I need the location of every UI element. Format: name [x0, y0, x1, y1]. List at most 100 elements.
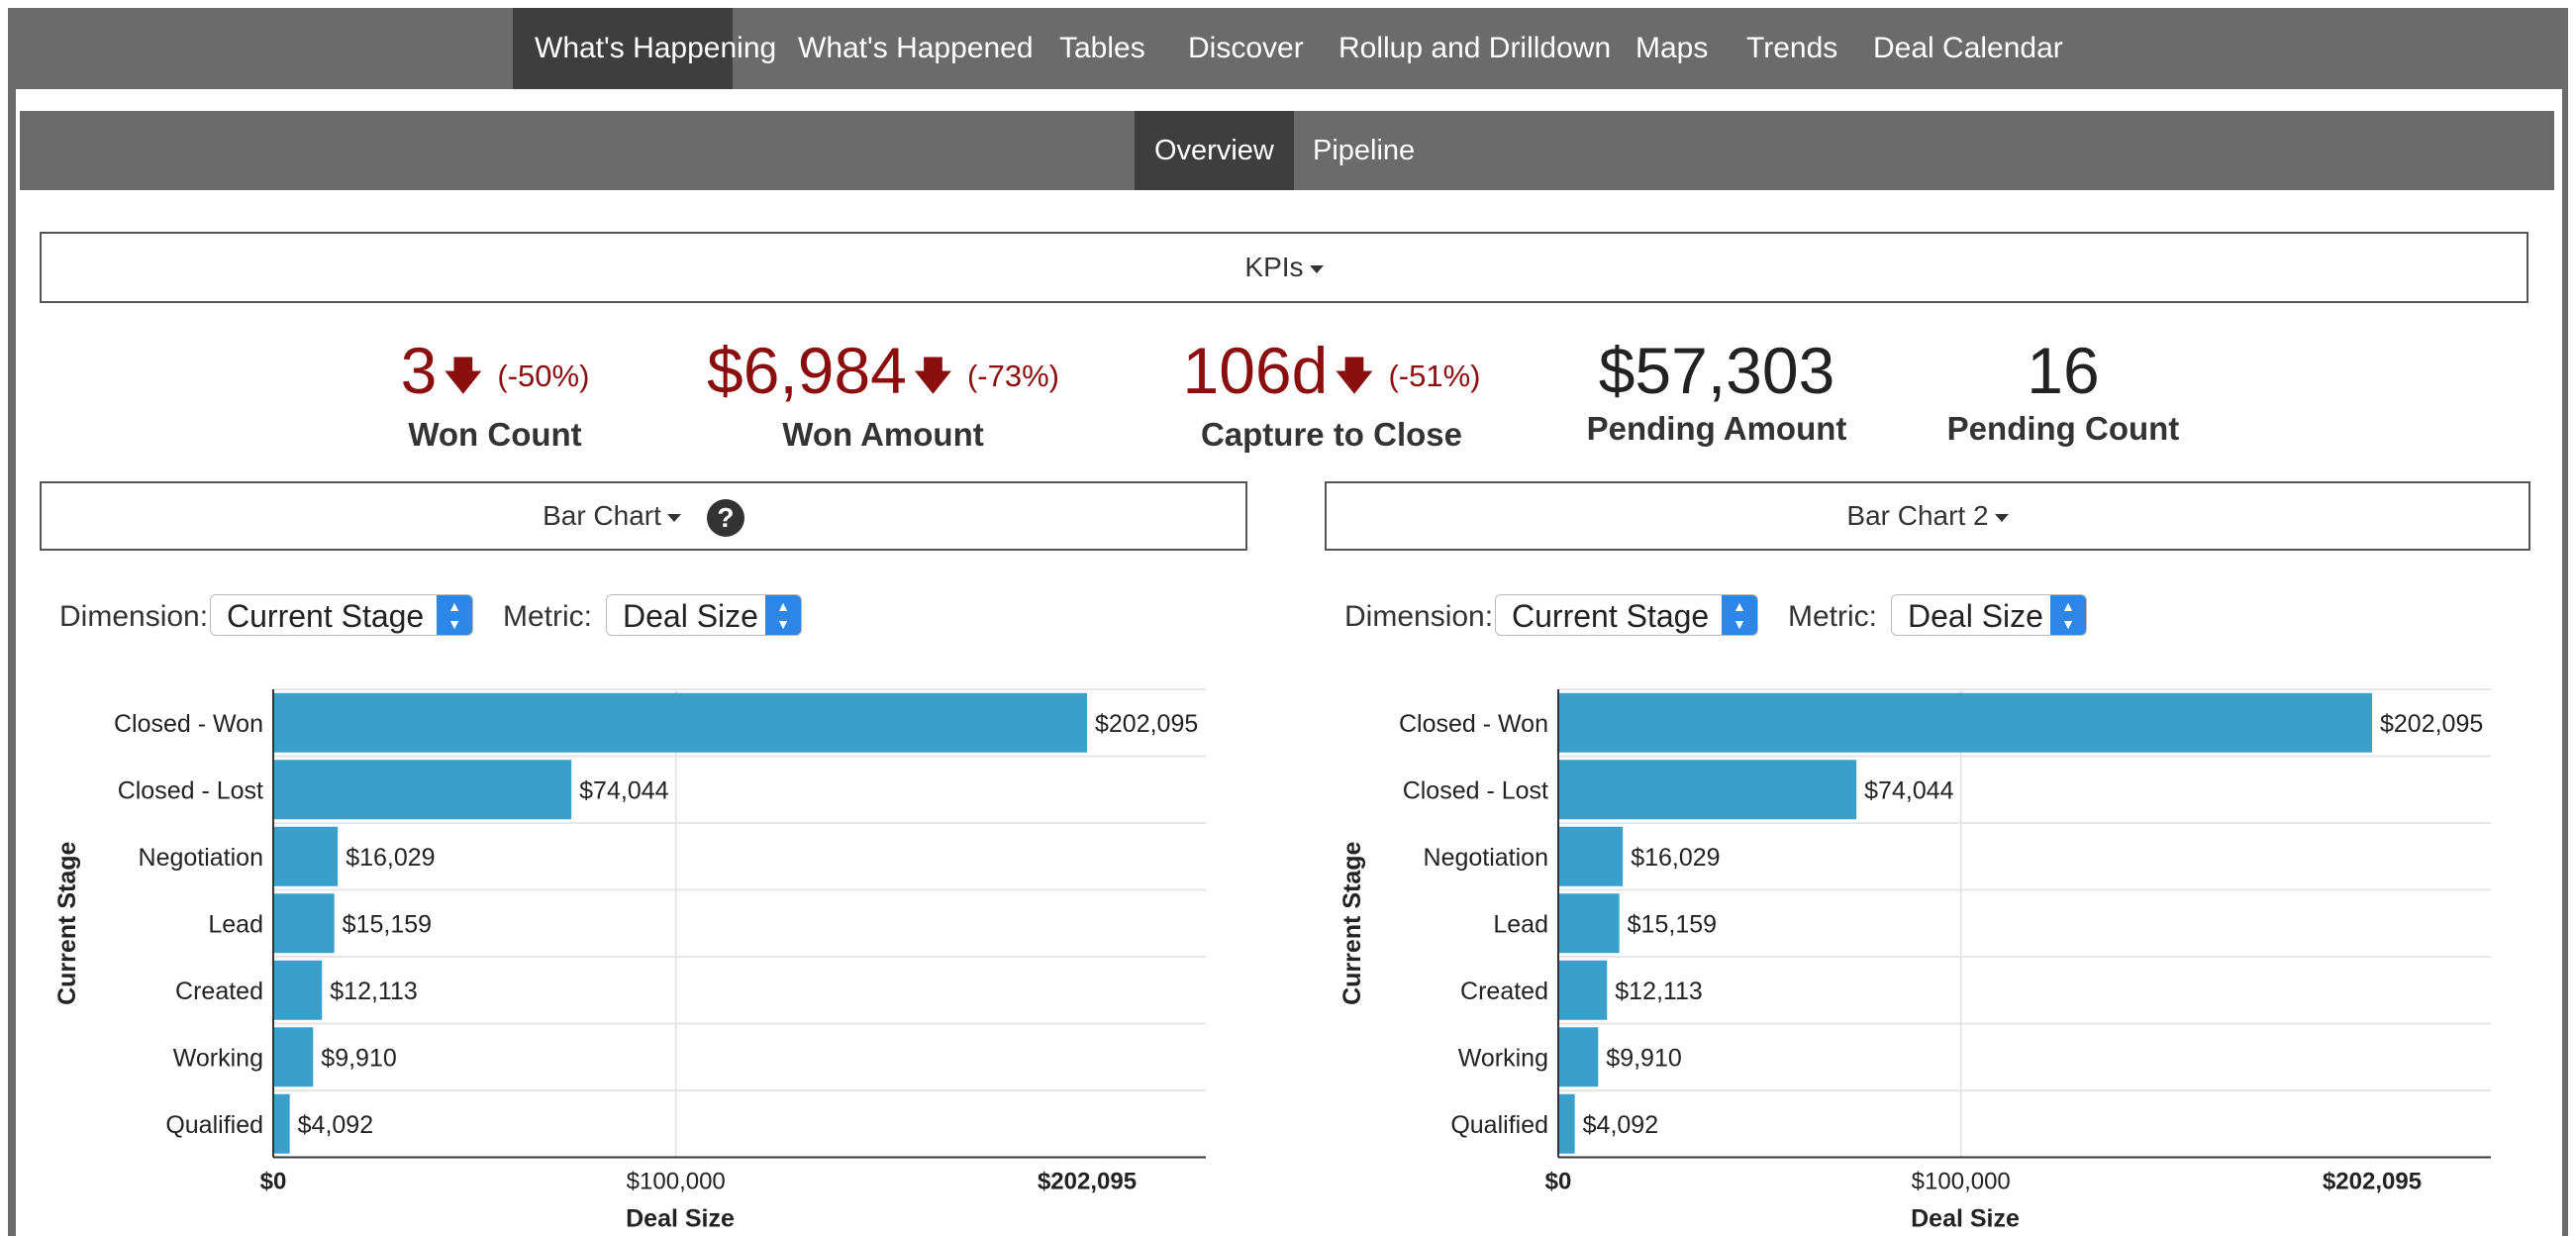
value-label: $9,910 [321, 1044, 396, 1072]
value-label: $4,092 [298, 1111, 373, 1139]
top-nav: What's Happening What's Happened Tables … [8, 8, 2568, 89]
arrow-down-icon: 🡇 [1334, 354, 1375, 398]
y-axis-title: Current Stage [53, 842, 81, 1005]
caret-down-icon [1994, 513, 2009, 522]
tab-maps[interactable]: Maps [1614, 8, 1730, 89]
bar[interactable] [1558, 692, 2372, 753]
tab-whats-happened[interactable]: What's Happened [776, 8, 1055, 89]
category-label: Created [1460, 978, 1548, 1005]
value-label: $16,029 [346, 844, 435, 872]
value-label: $15,159 [1628, 910, 1717, 938]
kpi-change: (-51%) [1388, 358, 1481, 393]
kpi-value: 3 [400, 334, 438, 407]
dimension-select-2[interactable]: Current Stage ▲ ▼ [1495, 594, 1758, 636]
kpi-capture-to-close: 106d 🡇 (-51%) Capture to Close [1168, 331, 1495, 454]
category-label: Lead [208, 910, 263, 938]
question-circle-icon[interactable]: ? [706, 498, 744, 537]
kpi-pending-amount: $57,303 Pending Amount [1578, 331, 1855, 448]
caret-down-icon [1309, 264, 1324, 273]
bar[interactable] [273, 826, 339, 886]
bar-chart-panel-header[interactable]: Bar Chart? [40, 481, 1247, 551]
arrow-down-icon: 🡇 [443, 354, 484, 398]
kpi-value: 16 [2027, 334, 2100, 407]
sub-nav: Overview Pipeline [20, 111, 2554, 190]
bar[interactable] [1558, 760, 1857, 820]
category-label: Closed - Won [114, 710, 263, 738]
bar-chart-title: Bar Chart [543, 500, 661, 531]
value-label: $12,113 [330, 978, 418, 1005]
kpi-pending-count: 16 Pending Count [1944, 331, 2182, 448]
x-axis-title: Deal Size [1911, 1205, 2020, 1233]
kpis-panel-header[interactable]: KPIs [40, 232, 2528, 303]
category-label: Closed - Lost [118, 776, 263, 804]
kpi-won-amount: $6,984 🡇 (-73%) Won Amount [695, 331, 1071, 454]
tab-whats-happening[interactable]: What's Happening [513, 8, 776, 89]
metric-label: Metric: [503, 600, 592, 633]
bar-chart: Closed - Won $202,095 Closed - Lost $74,044… [53, 688, 1206, 1232]
category-label: Qualified [165, 1111, 263, 1139]
kpi-value-row: 16 [1944, 331, 2182, 410]
bar[interactable] [1558, 893, 1620, 954]
x-tick-label: $100,000 [1912, 1169, 2011, 1195]
tab-discover[interactable]: Discover [1166, 8, 1326, 89]
bar[interactable] [273, 1093, 290, 1154]
metric-value: Deal Size [1908, 598, 2043, 634]
category-label: Negotiation [1424, 844, 1548, 872]
x-tick-label: $100,000 [627, 1169, 726, 1195]
tab-tables[interactable]: Tables [1038, 8, 1167, 89]
value-label: $12,113 [1615, 978, 1703, 1005]
metric-select[interactable]: Deal Size ▲ ▼ [606, 594, 802, 636]
tab-rollup-and-drilldown[interactable]: Rollup and Drilldown [1317, 8, 1633, 89]
value-label: $16,029 [1631, 844, 1720, 872]
category-label: Working [1458, 1044, 1548, 1072]
select-stepper-icon: ▲ ▼ [2050, 595, 2086, 635]
kpi-value-row: 106d 🡇 (-51%) [1168, 331, 1495, 416]
dimension-label-2: Dimension: [1344, 600, 1494, 633]
bar[interactable] [273, 760, 572, 820]
category-label: Created [175, 978, 263, 1005]
bar-chart-2: Closed - Won $202,095 Closed - Lost $74,044… [1338, 688, 2491, 1233]
dimension-label: Dimension: [59, 600, 209, 633]
kpi-change: (-50%) [497, 358, 590, 393]
tab-deal-calendar[interactable]: Deal Calendar [1851, 8, 2085, 89]
metric-value: Deal Size [623, 598, 758, 634]
value-label: $74,044 [1864, 776, 1953, 804]
category-label: Working [173, 1044, 263, 1072]
bar-chart-2-title: Bar Chart 2 [1846, 500, 1989, 531]
category-label: Closed - Lost [1403, 776, 1548, 804]
dimension-value: Current Stage [1512, 598, 1710, 634]
metric-label-2: Metric: [1788, 600, 1877, 633]
tab-pipeline[interactable]: Pipeline [1293, 111, 1435, 190]
bar[interactable] [1558, 826, 1624, 886]
bar[interactable] [1558, 960, 1608, 1020]
kpis-title: KPIs [1244, 252, 1304, 282]
bar-chart-2-panel-header[interactable]: Bar Chart 2 [1325, 481, 2530, 551]
value-label: $9,910 [1606, 1044, 1681, 1072]
bar[interactable] [273, 1027, 314, 1087]
tab-trends[interactable]: Trends [1725, 8, 1859, 89]
kpi-value: 106d [1182, 334, 1329, 407]
value-label: $4,092 [1583, 1111, 1658, 1139]
kpi-label: Pending Amount [1586, 410, 1847, 447]
category-label: Lead [1493, 910, 1548, 938]
tab-overview[interactable]: Overview [1135, 111, 1294, 190]
kpi-label: Pending Count [1946, 410, 2180, 447]
category-label: Qualified [1450, 1111, 1548, 1139]
x-tick-label: $202,095 [2323, 1169, 2422, 1195]
value-label: $15,159 [343, 910, 432, 938]
value-label: $202,095 [2380, 710, 2483, 738]
kpi-value-row: $6,984 🡇 (-73%) [695, 331, 1071, 416]
bar[interactable] [1558, 1093, 1575, 1154]
category-label: Closed - Won [1399, 710, 1548, 738]
kpi-change: (-73%) [966, 358, 1059, 393]
dimension-select[interactable]: Current Stage ▲ ▼ [210, 594, 473, 636]
kpi-label: Won Amount [782, 415, 984, 453]
kpi-value-row: 3 🡇 (-50%) [376, 331, 614, 416]
bar[interactable] [273, 692, 1087, 753]
bar[interactable] [273, 960, 323, 1020]
bar[interactable] [1558, 1027, 1599, 1087]
value-label: $74,044 [579, 776, 668, 804]
dimension-value: Current Stage [227, 598, 425, 634]
metric-select-2[interactable]: Deal Size ▲ ▼ [1891, 594, 2087, 636]
bar[interactable] [273, 893, 335, 954]
